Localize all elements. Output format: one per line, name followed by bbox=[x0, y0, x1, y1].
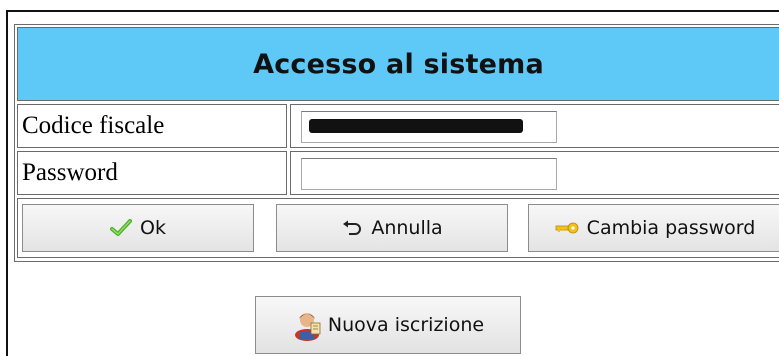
password-input[interactable] bbox=[301, 158, 557, 190]
password-cell bbox=[290, 151, 779, 195]
nuova-iscrizione-button-label: Nuova iscrizione bbox=[327, 314, 485, 336]
password-label: Password bbox=[17, 151, 287, 195]
window-border-left bbox=[6, 10, 8, 356]
cambia-password-button-label: Cambia password bbox=[586, 217, 756, 239]
annulla-button[interactable]: Annulla bbox=[276, 204, 508, 252]
ok-button-label: Ok bbox=[140, 217, 166, 239]
codice-fiscale-row: Codice fiscale bbox=[17, 104, 779, 148]
nuova-iscrizione-button[interactable]: Nuova iscrizione bbox=[255, 296, 521, 354]
codice-fiscale-cell bbox=[290, 104, 779, 148]
codice-fiscale-label: Codice fiscale bbox=[17, 104, 287, 148]
password-row: Password bbox=[17, 151, 779, 195]
key-icon bbox=[555, 221, 579, 235]
undo-icon bbox=[341, 220, 363, 236]
check-icon bbox=[110, 219, 133, 237]
annulla-button-label: Annulla bbox=[371, 217, 443, 239]
ok-button[interactable]: Ok bbox=[22, 204, 254, 252]
login-panel: Accesso al sistema Codice fiscale Passwo… bbox=[14, 24, 779, 262]
redacted-value bbox=[309, 119, 523, 133]
cambia-password-button[interactable]: Cambia password bbox=[528, 204, 779, 252]
login-header: Accesso al sistema bbox=[17, 27, 779, 101]
login-page: Accesso al sistema Codice fiscale Passwo… bbox=[0, 0, 779, 356]
action-buttons-row: Ok Annulla Cambia password bbox=[17, 198, 779, 258]
user-icon bbox=[292, 309, 322, 341]
window-border-top bbox=[6, 10, 779, 12]
login-title: Accesso al sistema bbox=[253, 48, 544, 80]
